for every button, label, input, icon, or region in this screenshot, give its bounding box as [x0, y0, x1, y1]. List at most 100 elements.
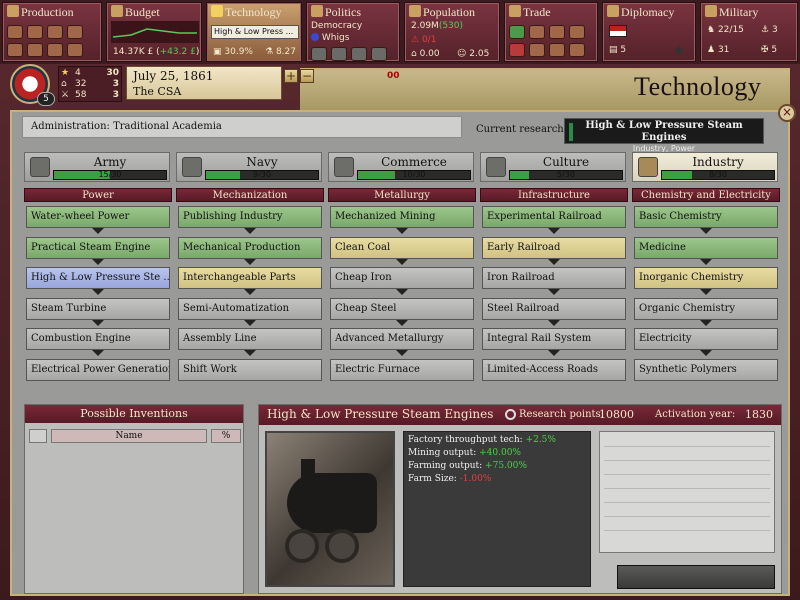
goods-icon[interactable] [7, 25, 23, 39]
goods-icon[interactable] [549, 43, 565, 57]
arrow-down-icon [548, 228, 560, 234]
diplomacy-panel[interactable]: Diplomacy ▤ 5 ★ [602, 2, 696, 62]
tech-button[interactable]: Water-wheel Power [26, 206, 170, 228]
tech-button[interactable]: Semi-Automatization [178, 297, 322, 320]
admin-value: Traditional Academia [113, 121, 222, 132]
tech-button[interactable]: Experimental Railroad [482, 206, 626, 228]
detail-title: High & Low Pressure Steam Engines [267, 407, 494, 421]
population-growth: (530) [438, 21, 464, 31]
folder-icon[interactable] [29, 429, 47, 443]
reform-icon[interactable] [331, 47, 347, 61]
tech-button[interactable]: Combustion Engine [26, 328, 170, 350]
magnifier-icon [505, 409, 516, 420]
goods-icon[interactable] [67, 43, 83, 57]
tech-button[interactable]: Mechanical Production [178, 236, 322, 259]
goods-icon[interactable] [529, 43, 545, 57]
consciousness-value: 0.00 [419, 49, 440, 59]
tab-progress-bar: 5/30 [509, 170, 623, 180]
tech-button[interactable]: Basic Chemistry [634, 206, 778, 228]
tech-button[interactable]: Medicine [634, 236, 778, 259]
arrow-down-icon [244, 289, 256, 295]
military-rank: ⚔ 58 3 [61, 90, 119, 100]
goods-icon[interactable] [27, 43, 43, 57]
flag-icon[interactable] [609, 25, 627, 37]
effect-value: +40.00% [479, 448, 521, 458]
reform-icon[interactable] [311, 47, 327, 61]
goods-icon[interactable] [569, 25, 585, 39]
reform-icon[interactable] [371, 47, 387, 61]
tech-button[interactable]: Mechanized Mining [330, 206, 474, 228]
tech-button[interactable]: Steam Turbine [26, 297, 170, 320]
tech-button[interactable]: Electrical Power Generation [26, 358, 170, 381]
literacy-value: 30.9% [224, 47, 253, 57]
tech-button[interactable]: Practical Steam Engine [26, 236, 170, 259]
tech-button[interactable]: Cheap Iron [330, 267, 474, 289]
budget-panel[interactable]: Budget 14.37K £ (+43.2 £) [106, 2, 202, 62]
tech-button[interactable]: Shift Work [178, 358, 322, 381]
nation-name: The CSA [133, 85, 182, 98]
speed-down-button[interactable]: − [300, 69, 314, 83]
current-research-field[interactable]: High & Low Press ... [211, 25, 299, 39]
goods-icon[interactable] [569, 43, 585, 57]
tech-button[interactable]: Clean Coal [330, 236, 474, 259]
tech-button[interactable]: Steel Railroad [482, 297, 626, 320]
goods-icon[interactable] [549, 25, 565, 39]
arrow-down-icon [548, 258, 560, 265]
tech-button[interactable]: Assembly Line [178, 328, 322, 350]
tech-button[interactable]: Interchangeable Parts [178, 267, 322, 289]
close-button[interactable]: × [778, 104, 796, 122]
tech-button[interactable]: Integral Rail System [482, 328, 626, 350]
tech-detail-panel: High & Low Pressure Steam Engines Resear… [258, 404, 782, 594]
tab-progress-bar: 15/30 [53, 170, 167, 180]
tab-industry[interactable]: Industry 8/30 [632, 152, 778, 182]
population-total: 2.09M [411, 21, 439, 31]
reform-icon[interactable] [351, 47, 367, 61]
goods-icon[interactable] [47, 43, 63, 57]
export-arrow-icon[interactable] [509, 25, 525, 39]
effect-label: Mining output: [408, 448, 477, 458]
goods-icon[interactable] [7, 43, 23, 57]
tech-button[interactable]: Limited-Access Roads [482, 358, 626, 381]
tech-button[interactable]: Publishing Industry [178, 206, 322, 228]
population-panel[interactable]: Population 2.09M(530) ⚠ 0/1 ⌂ 0.00 ☺ 2.0… [404, 2, 500, 62]
goods-icon[interactable] [27, 25, 43, 39]
arrow-down-icon [92, 258, 104, 265]
tech-button[interactable]: Iron Railroad [482, 267, 626, 289]
import-arrow-icon[interactable] [509, 43, 525, 57]
speed-up-button[interactable]: + [284, 69, 298, 83]
goods-icon[interactable] [67, 25, 83, 39]
inventions-name-column[interactable]: Name [51, 429, 207, 443]
consciousness-icon: ⌂ [411, 49, 417, 59]
tech-button[interactable]: Synthetic Polymers [634, 358, 778, 381]
tech-button[interactable]: High & Low Pressure Ste ... [26, 267, 170, 289]
tech-button[interactable]: Early Railroad [482, 236, 626, 259]
politics-panel[interactable]: Politics Democracy Whigs [306, 2, 400, 62]
tech-button[interactable]: Inorganic Chemistry [634, 267, 778, 289]
tab-commerce[interactable]: Commerce 10/30 [328, 152, 474, 182]
technology-window: Administration: Traditional Academia Cur… [10, 110, 790, 596]
technology-panel[interactable]: Technology High & Low Press ... ▣ 30.9% … [206, 2, 302, 62]
tech-button[interactable]: Advanced Metallurgy [330, 328, 474, 350]
goods-icon[interactable] [529, 25, 545, 39]
inventions-percent-column[interactable]: % [211, 429, 241, 443]
tech-button[interactable]: Organic Chemistry [634, 297, 778, 320]
current-research-box[interactable]: High & Low Pressure Steam Engines Indust… [564, 118, 764, 153]
tab-culture[interactable]: Culture 5/30 [480, 152, 626, 182]
tech-button[interactable]: Electricity [634, 328, 778, 350]
tab-progress-bar: 10/30 [357, 170, 471, 180]
tech-button[interactable]: Cheap Steel [330, 297, 474, 320]
tech-button[interactable]: Electric Furnace [330, 358, 474, 381]
arrow-down-icon [396, 289, 408, 295]
research-button[interactable] [617, 565, 775, 589]
tab-army[interactable]: Army 15/30 [24, 152, 170, 182]
trade-panel[interactable]: Trade [504, 2, 598, 62]
tab-navy[interactable]: Navy 9/30 [176, 152, 322, 182]
production-panel[interactable]: Production [2, 2, 102, 62]
military-panel[interactable]: Military ♞ 22/15 ⚓ 3 ♟ 31 ✠ 5 [700, 2, 798, 62]
budget-title: Budget [125, 5, 160, 19]
arrow-down-icon [396, 350, 408, 356]
detail-header: High & Low Pressure Steam Engines Resear… [259, 405, 781, 425]
goods-icon[interactable] [47, 25, 63, 39]
population-title: Population [423, 5, 476, 19]
diplomacy-icon [607, 5, 619, 17]
